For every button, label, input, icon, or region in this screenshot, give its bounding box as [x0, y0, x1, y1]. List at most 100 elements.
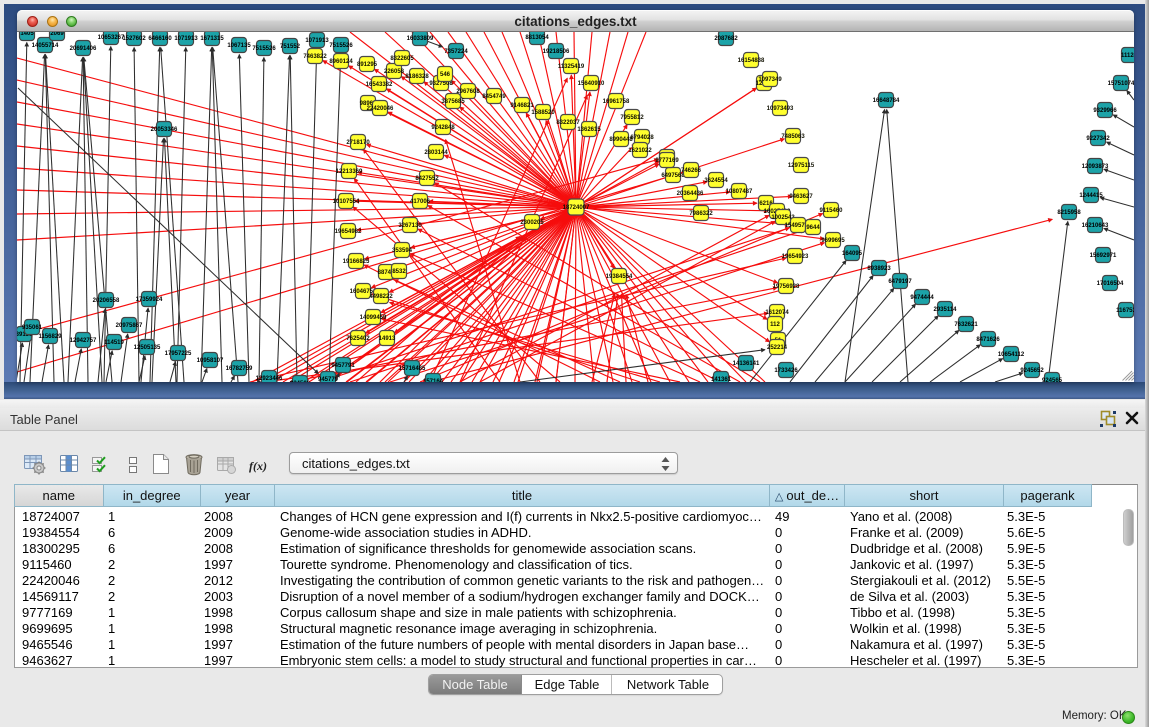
svg-text:12942757: 12942757: [70, 338, 97, 344]
svg-text:1362615: 1362615: [577, 127, 601, 133]
svg-text:1156829: 1156829: [38, 334, 62, 340]
svg-text:1588520: 1588520: [531, 110, 555, 116]
svg-text:9329966: 9329966: [1093, 108, 1117, 114]
svg-text:1621022: 1621022: [628, 148, 652, 154]
svg-text:1405: 1405: [20, 32, 34, 37]
svg-text:924565: 924565: [1042, 378, 1063, 382]
svg-text:8938923: 8938923: [867, 266, 891, 272]
svg-text:226058: 226058: [384, 69, 405, 75]
svg-text:751552: 751552: [280, 44, 301, 50]
svg-text:9227342: 9227342: [1086, 136, 1110, 142]
svg-text:20691406: 20691406: [70, 46, 97, 52]
svg-text:9146821: 9146821: [510, 103, 534, 109]
svg-text:16961758: 16961758: [603, 99, 630, 105]
svg-text:16154838: 16154838: [738, 58, 765, 64]
svg-text:1671315: 1671315: [200, 36, 224, 42]
svg-text:112: 112: [770, 322, 780, 328]
svg-text:12505135: 12505135: [134, 345, 161, 351]
svg-text:7485063: 7485063: [781, 134, 805, 140]
svg-text:9463627: 9463627: [789, 194, 813, 200]
svg-text:12923446: 12923446: [256, 376, 283, 382]
svg-text:15716485: 15716485: [399, 366, 426, 372]
svg-text:10107554: 10107554: [333, 199, 360, 205]
svg-text:2935114: 2935114: [933, 307, 957, 313]
svg-text:17016504: 17016504: [1097, 281, 1124, 287]
svg-text:8322605: 8322605: [390, 56, 414, 62]
svg-text:18724007: 18724007: [563, 205, 590, 211]
svg-text:10807487: 10807487: [726, 189, 753, 195]
svg-text:1071913: 1071913: [174, 36, 198, 42]
svg-text:10653267: 10653267: [98, 35, 125, 41]
svg-text:10973493: 10973493: [767, 106, 794, 112]
svg-text:10654112: 10654112: [998, 352, 1025, 358]
svg-text:546: 546: [440, 72, 451, 78]
svg-text:10958107: 10958107: [197, 358, 224, 364]
svg-text:12093873: 12093873: [1082, 164, 1109, 170]
svg-text:19384554: 19384554: [606, 274, 633, 280]
svg-text:19654923: 19654923: [782, 254, 809, 260]
svg-text:20975867: 20975867: [116, 323, 143, 329]
svg-text:7955812: 7955812: [620, 115, 644, 121]
svg-text:9644: 9644: [806, 225, 820, 231]
svg-text:945779: 945779: [318, 377, 339, 382]
svg-text:1612074: 1612074: [765, 310, 789, 316]
svg-text:1244415: 1244415: [1079, 193, 1103, 199]
svg-text:20364436: 20364436: [677, 191, 704, 197]
svg-text:19218506: 19218506: [543, 49, 570, 55]
svg-text:19166825: 19166825: [343, 259, 370, 265]
svg-text:891295: 891295: [357, 62, 378, 68]
svg-text:17957225: 17957225: [165, 351, 192, 357]
svg-text:4498222: 4498222: [369, 294, 393, 300]
svg-text:1733426: 1733426: [774, 368, 798, 374]
svg-text:2069: 2069: [50, 32, 64, 37]
svg-text:417006: 417006: [410, 199, 431, 205]
svg-text:7357224: 7357224: [444, 49, 468, 55]
svg-text:9242848: 9242848: [431, 125, 455, 131]
svg-text:141361: 141361: [711, 377, 732, 382]
svg-text:8454749: 8454749: [482, 94, 506, 100]
svg-text:20206558: 20206558: [93, 298, 120, 304]
svg-text:3875685: 3875685: [441, 99, 465, 105]
svg-text:15751074: 15751074: [1108, 81, 1134, 87]
svg-text:16033809: 16033809: [407, 36, 434, 42]
svg-text:15692971: 15692971: [1090, 253, 1117, 259]
svg-text:15640910: 15640910: [578, 81, 605, 87]
svg-text:1097349: 1097349: [758, 77, 782, 83]
svg-text:935061: 935061: [22, 325, 43, 331]
svg-text:7632621: 7632621: [954, 322, 978, 328]
svg-text:12975115: 12975115: [788, 163, 815, 169]
svg-text:3267130: 3267130: [398, 223, 422, 229]
svg-text:14055714: 14055714: [32, 43, 59, 49]
svg-text:9777169: 9777169: [655, 158, 679, 164]
svg-text:746266: 746266: [681, 168, 702, 174]
svg-text:7515526: 7515526: [252, 46, 276, 52]
svg-text:6794028: 6794028: [630, 135, 654, 141]
svg-text:6479197: 6479197: [888, 279, 912, 285]
svg-text:14136141: 14136141: [733, 361, 760, 367]
svg-text:8186328: 8186328: [405, 74, 429, 80]
svg-text:2087682: 2087682: [714, 36, 738, 42]
svg-text:8960124: 8960124: [329, 59, 353, 65]
svg-text:157164: 157164: [423, 379, 444, 382]
svg-text:16782759: 16782759: [226, 366, 253, 372]
svg-text:353594: 353594: [392, 248, 413, 254]
svg-text:114519: 114519: [104, 340, 124, 346]
svg-text:3624554: 3624554: [704, 178, 728, 184]
svg-text:8813054: 8813054: [525, 35, 549, 41]
svg-text:1527602: 1527602: [122, 36, 146, 42]
svg-text:9474444: 9474444: [910, 295, 934, 301]
svg-text:8215958: 8215958: [1057, 210, 1081, 216]
svg-text:8427552: 8427552: [415, 176, 439, 182]
svg-text:14099459: 14099459: [360, 315, 387, 321]
svg-text:9245652: 9245652: [1020, 368, 1044, 374]
svg-text:2718170: 2718170: [346, 140, 370, 146]
svg-text:19756928: 19756928: [773, 284, 800, 290]
svg-text:164095: 164095: [842, 251, 863, 257]
svg-text:19654982: 19654982: [335, 229, 362, 235]
svg-text:17359924: 17359924: [136, 297, 163, 303]
svg-text:252214: 252214: [767, 345, 788, 351]
svg-text:14913: 14913: [379, 336, 396, 342]
svg-text:22420046: 22420046: [367, 106, 394, 112]
svg-text:20053346: 20053346: [151, 127, 178, 133]
svg-text:7625402: 7625402: [346, 336, 370, 342]
